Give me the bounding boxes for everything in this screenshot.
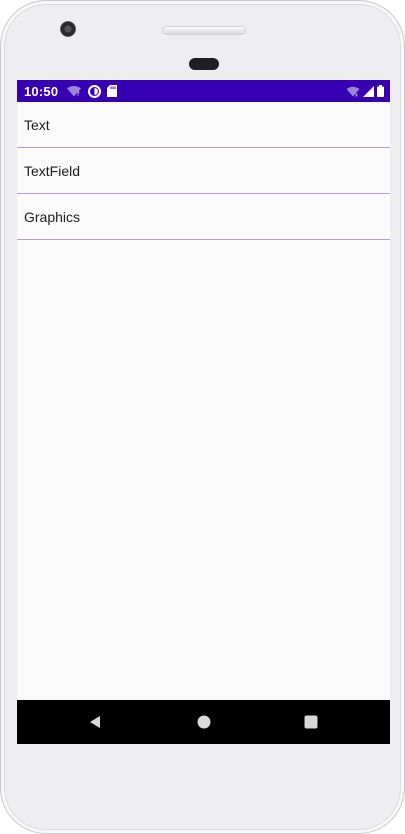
recents-icon[interactable] bbox=[301, 712, 321, 732]
navigation-bar bbox=[17, 700, 390, 744]
status-icons-left: ? bbox=[66, 84, 117, 98]
list-item-graphics[interactable]: Graphics bbox=[17, 194, 390, 240]
list-item-label: TextField bbox=[24, 162, 81, 179]
svg-text:x: x bbox=[355, 92, 358, 97]
list-item-textfield[interactable]: TextField bbox=[17, 148, 390, 194]
cell-signal-icon bbox=[363, 85, 374, 97]
phone-frame: 10:50 ? x Text TextField Graphics bbox=[0, 0, 405, 834]
earpiece-speaker bbox=[163, 27, 245, 34]
wifi-question-icon: ? bbox=[66, 85, 82, 97]
list-item-label: Text bbox=[24, 116, 50, 133]
list-item-text[interactable]: Text bbox=[17, 102, 390, 148]
data-saver-icon bbox=[88, 84, 101, 98]
list-item-label: Graphics bbox=[24, 208, 81, 225]
status-icons-right: x bbox=[346, 84, 384, 98]
front-camera bbox=[60, 21, 76, 37]
battery-icon bbox=[377, 85, 384, 97]
demo-list: Text TextField Graphics bbox=[17, 102, 390, 240]
status-bar: 10:50 ? x bbox=[17, 80, 390, 102]
app-screen: 10:50 ? x Text TextField Graphics bbox=[17, 80, 390, 744]
status-time: 10:50 bbox=[24, 84, 59, 99]
sd-card-icon bbox=[107, 85, 117, 97]
back-icon[interactable] bbox=[85, 712, 105, 732]
wifi-icon: x bbox=[346, 86, 360, 97]
proximity-sensor bbox=[189, 58, 219, 70]
svg-text:?: ? bbox=[77, 91, 80, 97]
home-icon[interactable] bbox=[194, 712, 214, 732]
